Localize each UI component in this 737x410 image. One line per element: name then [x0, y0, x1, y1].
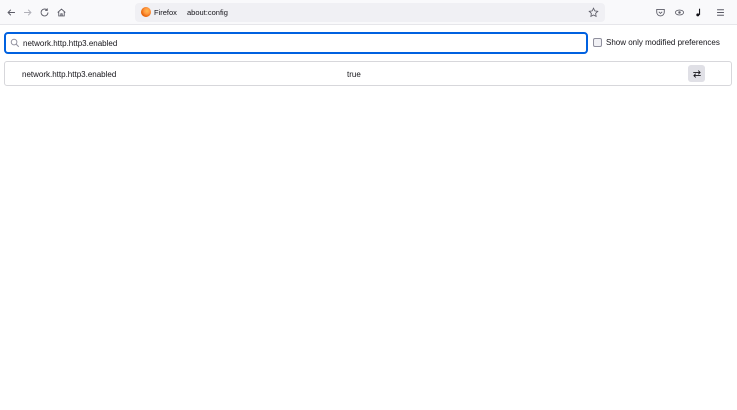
firefox-logo-icon	[141, 7, 151, 17]
home-button[interactable]	[53, 4, 69, 20]
show-modified-label: Show only modified preferences	[606, 38, 720, 47]
bookmark-star-icon	[587, 6, 599, 17]
bookmark-button[interactable]	[586, 5, 600, 19]
downloads-button[interactable]	[690, 4, 706, 20]
reload-icon	[40, 7, 48, 16]
app-menu-button[interactable]	[712, 4, 728, 20]
extension-icon	[674, 9, 684, 15]
search-input[interactable]	[23, 36, 583, 50]
extension-button[interactable]	[671, 4, 687, 20]
show-modified-toggle[interactable]: Show only modified preferences	[593, 38, 720, 47]
forward-button[interactable]	[19, 4, 35, 20]
identity-box[interactable]: Firefox	[141, 7, 177, 17]
toggle-arrows-icon	[692, 69, 701, 78]
navigation-toolbar: Firefox about:config	[0, 0, 737, 25]
forward-icon	[23, 8, 32, 16]
url-text[interactable]: about:config	[187, 8, 228, 17]
back-icon	[6, 8, 15, 16]
pocket-button[interactable]	[652, 4, 668, 20]
home-icon	[56, 7, 66, 16]
toggle-button[interactable]	[688, 65, 705, 82]
menu-icon	[716, 8, 724, 16]
downloads-icon	[695, 8, 700, 16]
preference-value[interactable]: true	[347, 70, 361, 79]
back-button[interactable]	[3, 4, 19, 20]
preferences-table: network.http.http3.enabled true	[4, 61, 732, 86]
show-modified-checkbox[interactable]	[593, 38, 602, 47]
search-icon	[10, 38, 20, 48]
url-bar[interactable]: Firefox about:config	[135, 3, 605, 22]
preference-name: network.http.http3.enabled	[22, 70, 117, 79]
identity-label: Firefox	[154, 7, 177, 17]
reload-button[interactable]	[36, 4, 52, 20]
pocket-icon	[655, 8, 665, 16]
search-field-container[interactable]	[4, 32, 588, 54]
